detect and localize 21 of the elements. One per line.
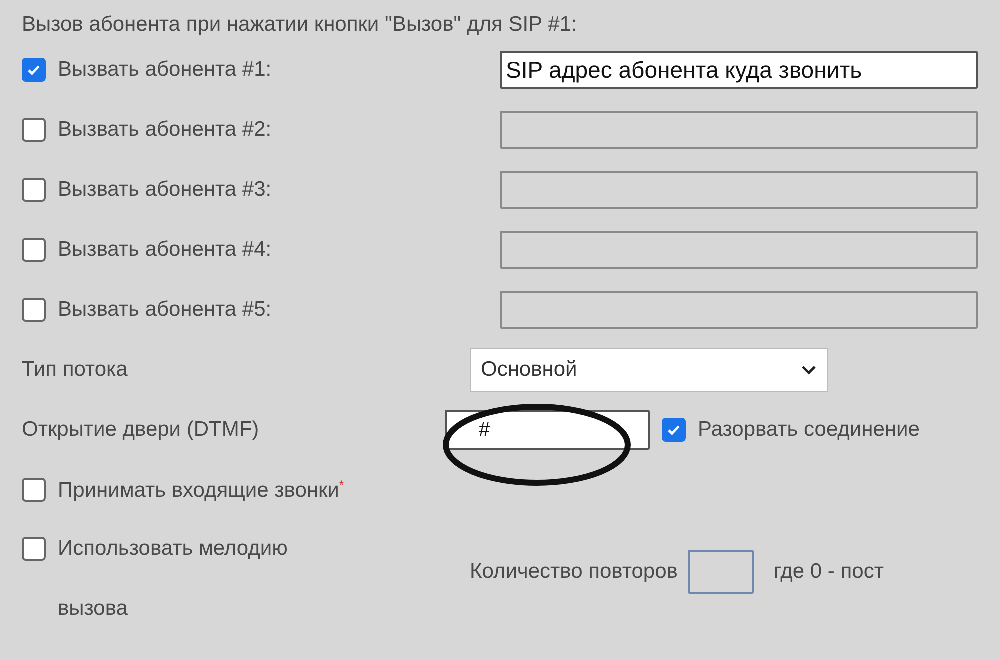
field-label: Открытие двери (DTMF) xyxy=(22,418,260,442)
checkbox-label: Вызвать абонента #4: xyxy=(58,238,272,262)
checkbox-label: Использовать мелодию вызова xyxy=(58,536,289,622)
hint-text: где 0 - пост xyxy=(774,560,884,584)
checkbox-label: Принимать входящие звонки$^{*}$ xyxy=(58,478,344,502)
field-label: Количество повторов xyxy=(470,560,678,584)
repeat-count-field[interactable] xyxy=(688,550,754,594)
checkbox-label: Разорвать соединение xyxy=(698,418,920,442)
checkbox[interactable] xyxy=(662,418,686,442)
section-heading: Вызов абонента при нажатии кнопки "Вызов" для SIP #1: xyxy=(22,12,578,38)
checkbox-label: Вызвать абонента #2: xyxy=(58,118,272,142)
checkbox-label: Вызвать абонента #3: xyxy=(58,178,272,202)
stream-type-select[interactable]: Основной xyxy=(470,348,828,392)
checkbox-label: Вызвать абонента #1: xyxy=(58,58,272,82)
checkbox[interactable] xyxy=(22,478,46,502)
checkbox[interactable] xyxy=(22,537,46,561)
checkbox[interactable] xyxy=(22,58,46,82)
checkbox-label: Вызвать абонента #5: xyxy=(58,298,272,322)
chevron-down-icon xyxy=(801,365,817,375)
field-label: Тип потока xyxy=(22,358,128,382)
address-field[interactable]: SIP адрес абонента куда звонить xyxy=(500,51,978,89)
